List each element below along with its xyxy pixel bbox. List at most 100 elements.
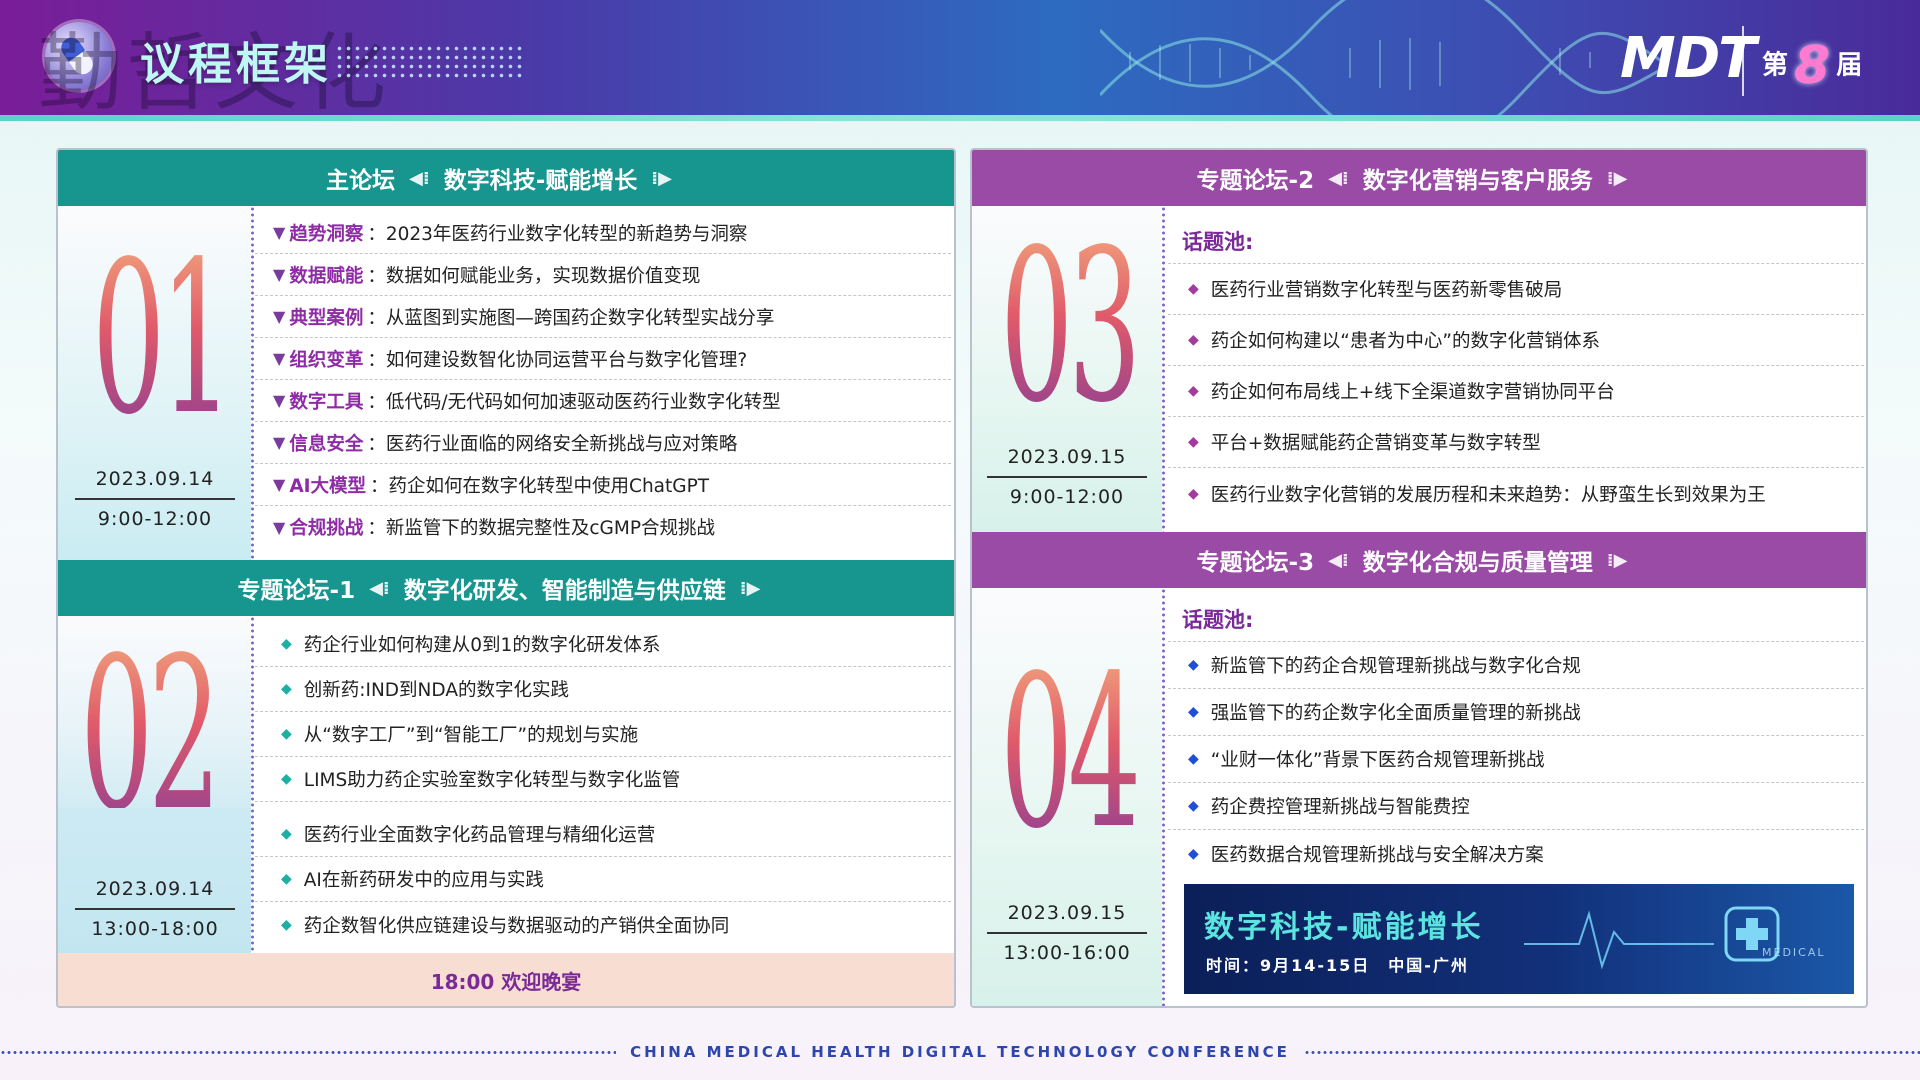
diamond-bullet-icon: ◆	[1188, 798, 1199, 814]
list-item: ◆ 药企如何构建以“患者为中心”的数字化营销体系	[1168, 315, 1864, 366]
date-divider	[987, 476, 1147, 478]
main-forum-title: 主论坛	[326, 168, 396, 194]
diamond-bullet-icon: ◆	[1188, 383, 1199, 399]
forum3-subtitle: 数字化合规与质量管理	[1362, 550, 1593, 576]
list-item: ▼ 数据赋能：数据如何赋能业务，实现数据价值变现	[255, 254, 951, 296]
list-item: ◆ 医药行业营销数字化转型与医药新零售破局	[1168, 264, 1864, 315]
list-item: ◆ 平台+数据赋能药企营销变革与数字转型	[1168, 417, 1864, 468]
diamond-bullet-icon: ◆	[1188, 704, 1199, 720]
triangle-bullet-icon: ▼	[273, 391, 286, 410]
main-forum-number: 01	[92, 216, 233, 461]
page-title: 议程框架	[140, 39, 332, 90]
diamond-bullet-icon: ◆	[281, 771, 292, 787]
list-item: ▼ 典型案例：从蓝图到实施图—跨国药企数字化转型实战分享	[255, 296, 951, 338]
list-item: ▼ 趋势洞察： 2023年医药行业数字化转型的新趋势与洞察	[255, 212, 951, 254]
diamond-bullet-icon: ◆	[1188, 434, 1199, 450]
edition-number: 8	[1794, 36, 1831, 96]
forum3-header: 专题论坛-3 ◀⁞ 数字化合规与质量管理 ⁞▶	[972, 532, 1866, 588]
forum2-date: 2023.09.15	[1007, 446, 1127, 468]
diamond-bullet-icon: ◆	[1188, 751, 1199, 767]
dotted-divider	[251, 808, 254, 953]
diamond-bullet-icon: ◆	[1188, 657, 1199, 673]
forum2-subtitle: 数字化营销与客户服务	[1362, 168, 1593, 194]
main-forum-date: 2023.09.14	[95, 468, 215, 490]
list-item: ▼ 合规挑战：新监管下的数据完整性及cGMP合规挑战	[273, 517, 715, 540]
diamond-bullet-icon: ◆	[1188, 281, 1199, 297]
forum1-subtitle: 数字化研发、智能制造与供应链	[403, 578, 726, 604]
list-item: ◆ 药企如何布局线上+线下全渠道数字营销协同平台	[1168, 366, 1864, 417]
list-item: ◆ 强监管下的药企数字化全面质量管理的新挑战	[1168, 689, 1864, 736]
forum3-date: 2023.09.15	[1007, 902, 1127, 924]
dna-helix-decoration	[1100, 0, 1660, 115]
dotted-divider	[251, 616, 254, 828]
diamond-bullet-icon: ◆	[281, 826, 292, 842]
arrow-left-icon: ◀⁞	[409, 167, 430, 189]
list-item: ◆ 医药数据合规管理新挑战与安全解决方案	[1188, 844, 1544, 866]
forum1-date-column-lower: 02	[58, 616, 251, 840]
list-item: ▼ 信息安全：医药行业面临的网络安全新挑战与应对策略	[255, 422, 951, 464]
list-item: ▼ AI大模型：药企如何在数字化转型中使用ChatGPT	[255, 464, 951, 506]
list-item: ▼ 数字工具：低代码/无代码如何加速驱动医药行业数字化转型	[255, 380, 951, 422]
edition-label: 第8届	[1762, 36, 1862, 96]
diamond-bullet-icon: ◆	[281, 681, 292, 697]
triangle-bullet-icon: ▼	[273, 265, 286, 284]
diamond-bullet-icon: ◆	[281, 916, 292, 933]
list-item: ◆ 新监管下的药企合规管理新挑战与数字化合规	[1168, 642, 1864, 689]
arrow-right-icon: ⁞▶	[739, 577, 761, 599]
list-item: ◆ 药企行业如何构建从0到1的数字化研发体系	[255, 622, 951, 667]
diamond-bullet-icon: ◆	[1188, 332, 1199, 348]
main-forum-date-column: 01 2023.09.14 9:00-12:00	[58, 206, 251, 560]
forum2-number: 03	[1000, 204, 1141, 449]
banner-info: 时间：9月14-15日 中国-广州	[1206, 956, 1469, 975]
footer-dotted-line-right	[1303, 1050, 1920, 1054]
forum1-title: 专题论坛-1	[237, 578, 356, 604]
conference-banner: MEDICAL 数字科技-赋能增长 时间：9月14-15日 中国-广州	[1184, 884, 1854, 994]
welcome-dinner-bar: 18:00 欢迎晚宴	[58, 953, 954, 1006]
forum2-title: 专题论坛-2	[1196, 168, 1315, 194]
triangle-bullet-icon: ▼	[273, 475, 286, 494]
arrow-right-icon: ⁞▶	[1606, 549, 1628, 571]
diamond-bullet-icon: ◆	[281, 636, 292, 652]
forum3-number: 04	[1000, 630, 1141, 875]
list-item: ◆ 创新药:IND到NDA的数字化实践	[255, 667, 951, 712]
forum1-date-column-ext: 2023.09.14 13:00-18:00	[58, 808, 251, 953]
forum2-date-column: 03 2023.09.15 9:00-12:00	[972, 206, 1162, 532]
arrow-left-icon: ◀⁞	[1328, 167, 1349, 189]
forum2-time: 9:00-12:00	[1009, 486, 1125, 508]
dotted-divider	[1162, 588, 1165, 1006]
forum2-topic-pool-label: 话题池:	[1168, 218, 1864, 264]
list-item: ▼ 组织变革：如何建设数智化协同运营平台与数字化管理?	[255, 338, 951, 380]
brand-logo: MDT	[1620, 26, 1756, 91]
triangle-bullet-icon: ▼	[273, 307, 286, 326]
heartbeat-icon	[1524, 910, 1714, 970]
triangle-bullet-icon: ▼	[273, 517, 286, 537]
edition-suffix: 届	[1836, 50, 1863, 81]
list-item: ◆ 药企数智化供应链建设与数据驱动的产销供全面协同	[281, 915, 730, 937]
arrow-left-icon: ◀⁞	[1328, 549, 1349, 571]
forum2-header: 专题论坛-2 ◀⁞ 数字化营销与客户服务 ⁞▶	[972, 150, 1866, 206]
list-item: ◆ 药企费控管理新挑战与智能费控	[1168, 783, 1864, 830]
date-divider	[75, 908, 235, 910]
dotted-divider	[1162, 206, 1165, 532]
forum3-topic-pool-label: 话题池:	[1168, 596, 1864, 642]
dotted-divider	[251, 206, 254, 560]
header-accent-stripe	[0, 115, 1920, 121]
forum1-header: 专题论坛-1 ◀⁞ 数字化研发、智能制造与供应链 ⁞▶	[58, 560, 954, 616]
forum3-time: 13:00-16:00	[1003, 942, 1131, 964]
forum1-date-ext: 2023.09.14	[95, 878, 215, 900]
list-item: ◆ AI在新药研发中的应用与实践	[255, 857, 951, 902]
header-bar: 勤哲文化 议程框架 MDT 第8届	[0, 0, 1920, 115]
list-item: ◆ 从“数字工厂”到“智能工厂”的规划与实施	[255, 712, 951, 757]
list-item: ◆ 医药行业数字化营销的发展历程和未来趋势：从野蛮生长到效果为王	[1188, 485, 1766, 506]
diamond-bullet-icon: ◆	[281, 871, 292, 887]
main-forum-time: 9:00-12:00	[97, 508, 213, 530]
right-panel: 专题论坛-2 ◀⁞ 数字化营销与客户服务 ⁞▶ 03 2023.09.15 9:…	[970, 148, 1868, 1008]
forum1-time-ext: 13:00-18:00	[91, 918, 219, 940]
footer-text: CHINA MEDICAL HEALTH DIGITAL TECHNOL0GY …	[630, 1043, 1290, 1061]
main-forum-subtitle: 数字科技-赋能增长	[443, 168, 638, 194]
arrow-right-icon: ⁞▶	[651, 167, 672, 189]
date-divider	[75, 498, 235, 500]
edition-prefix: 第	[1762, 50, 1789, 81]
footer-dotted-line-left	[0, 1050, 617, 1054]
forum3-date-column: 04 2023.09.15 13:00-16:00	[972, 588, 1162, 1006]
